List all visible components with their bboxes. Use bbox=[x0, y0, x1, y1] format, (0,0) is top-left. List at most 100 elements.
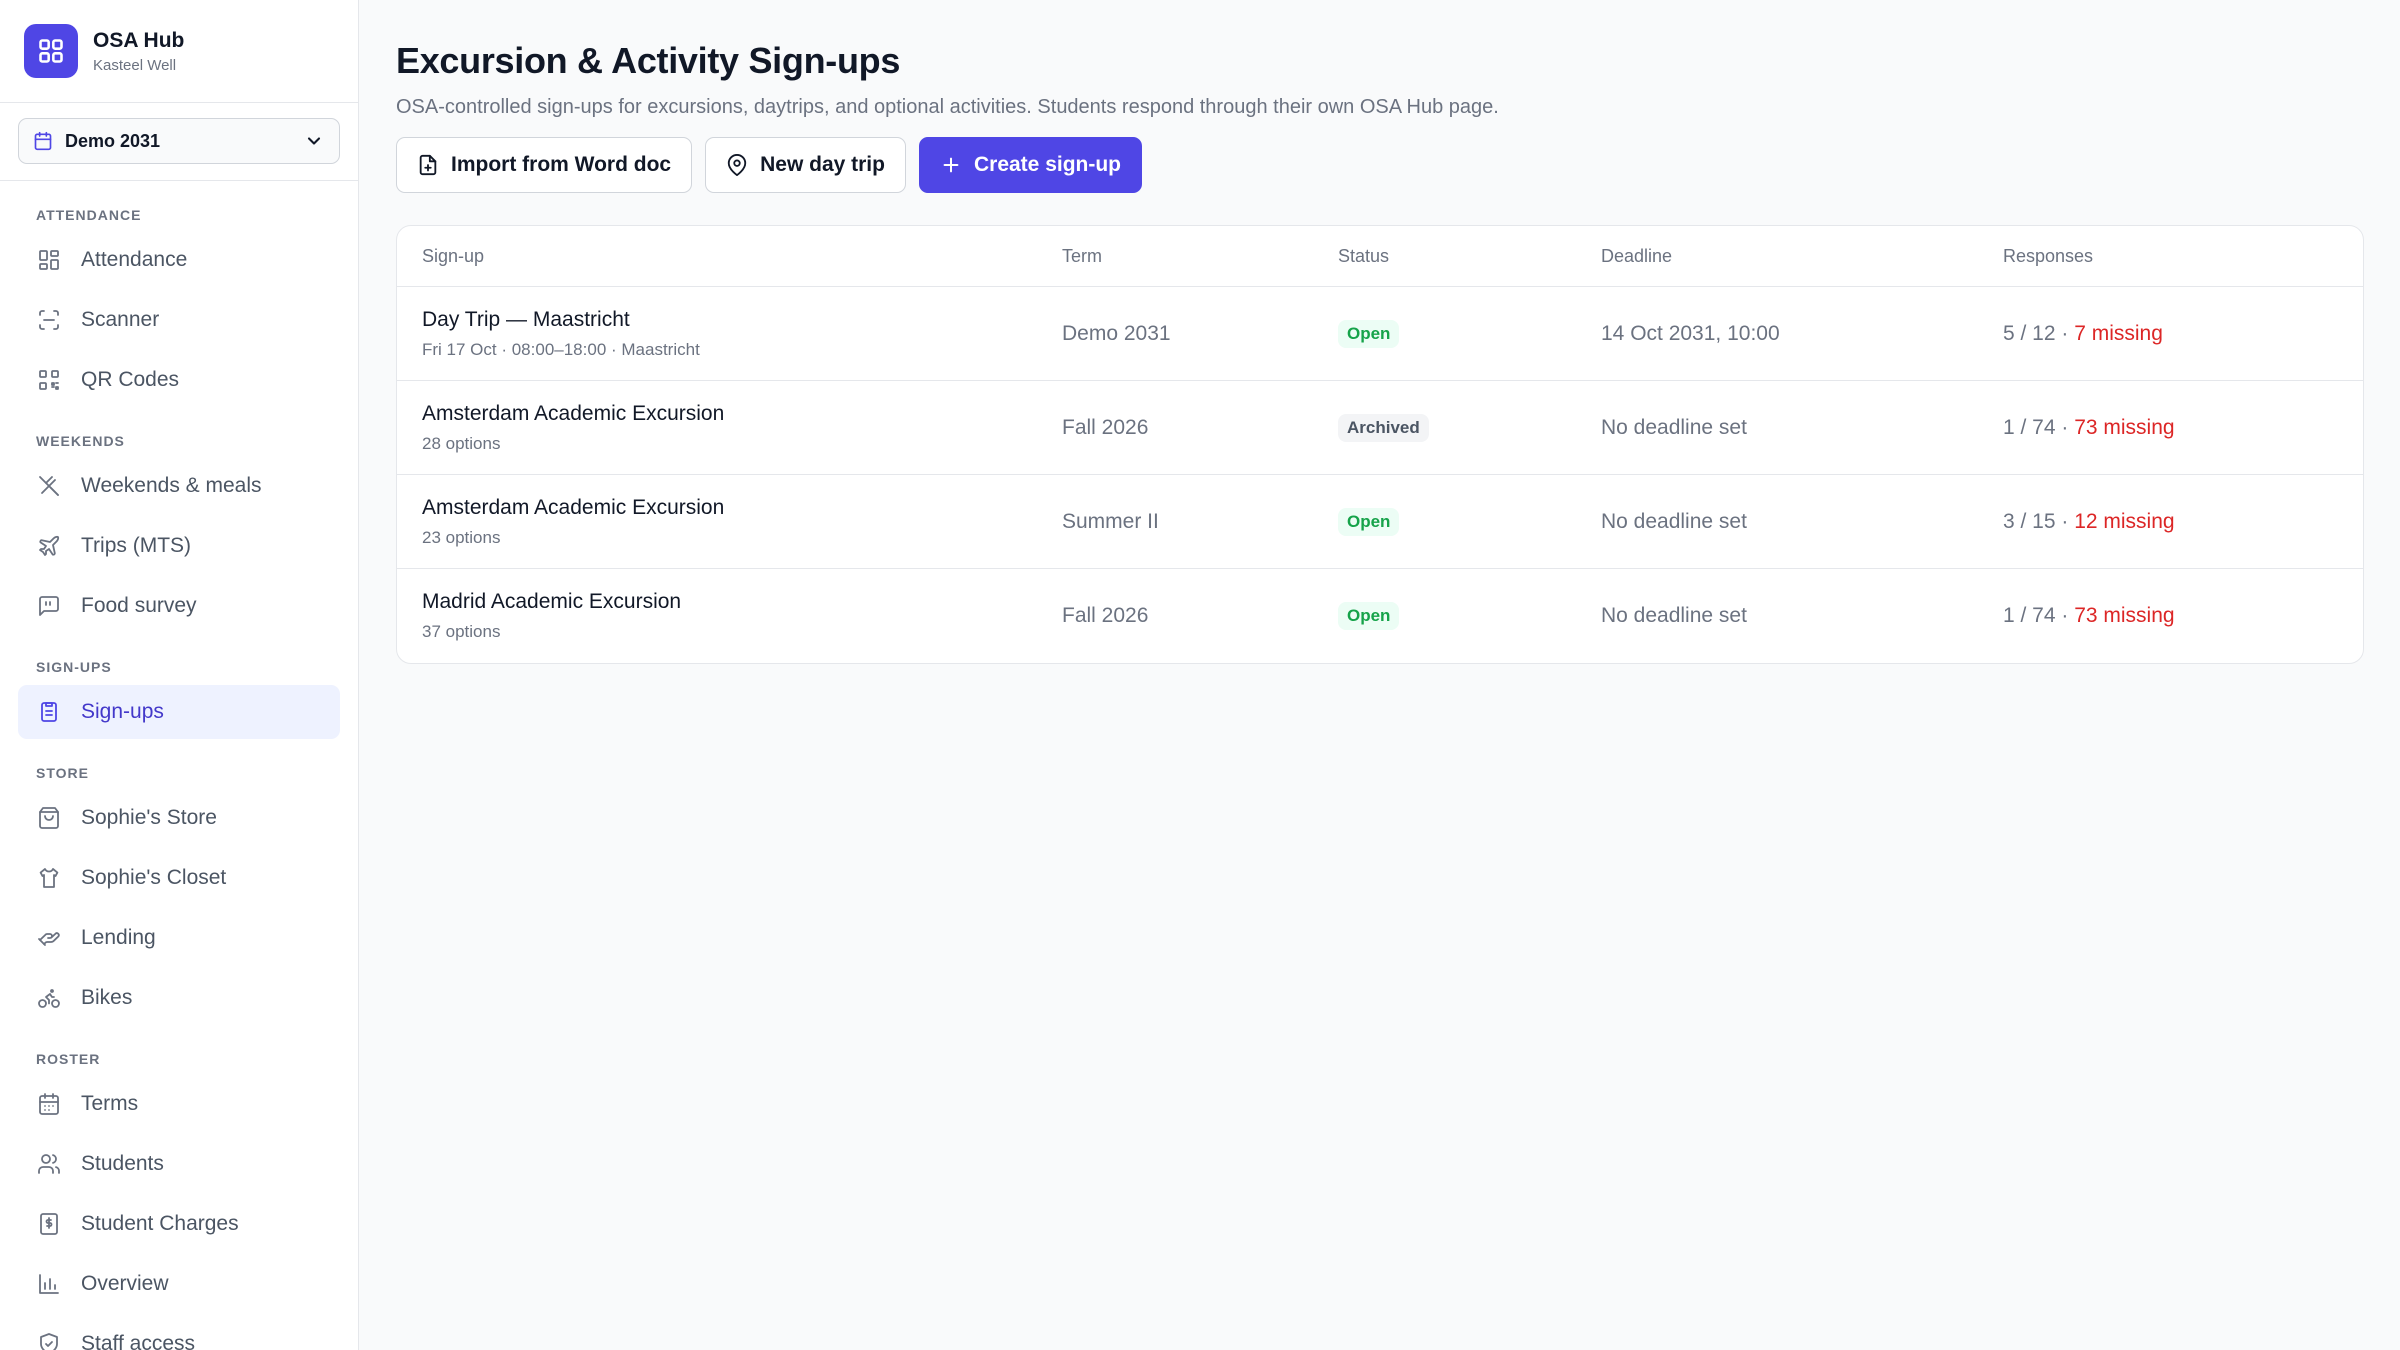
sidebar-item-attendance[interactable]: Attendance bbox=[18, 233, 340, 287]
receipt-icon bbox=[36, 1211, 62, 1237]
create-sign-up-label: Create sign-up bbox=[973, 153, 1122, 176]
term-cell: Fall 2026 bbox=[1062, 604, 1149, 627]
sidebar-item-label: Sophie's Closet bbox=[81, 866, 227, 889]
message-square-icon bbox=[36, 593, 62, 619]
sidebar-item-label: Bikes bbox=[81, 986, 133, 1009]
sidebar-item-label: Attendance bbox=[81, 248, 188, 271]
sidebar-item-bikes[interactable]: Bikes bbox=[18, 971, 340, 1025]
status-badge: Archived bbox=[1338, 413, 1429, 442]
sidebar-item-scanner[interactable]: Scanner bbox=[18, 293, 340, 347]
status-cell: Open bbox=[1338, 507, 1601, 536]
sidebar-item-staff-access[interactable]: Staff access bbox=[18, 1317, 340, 1350]
scan-icon bbox=[36, 307, 62, 333]
status-cell: Archived bbox=[1338, 413, 1601, 442]
status-cell: Open bbox=[1338, 319, 1601, 348]
create-sign-up-button[interactable]: Create sign-up bbox=[918, 137, 1143, 193]
sidebar-nav: ATTENDANCE Attendance Scanner QR Codes WEEKE… bbox=[0, 181, 358, 1350]
responses-cell: 1 / 74 · 73 missing bbox=[2003, 416, 2363, 440]
sidebar-item-student-charges[interactable]: Student Charges bbox=[18, 1197, 340, 1251]
sign-up-details: 28 options bbox=[422, 433, 501, 453]
sidebar-item-sign-ups[interactable]: Sign-ups bbox=[18, 685, 340, 739]
sidebar: OSA Hub Kasteel Well Demo 2031 ATTENDANC… bbox=[0, 0, 359, 1350]
sidebar-item-label: Terms bbox=[81, 1092, 139, 1115]
status-cell: Open bbox=[1338, 602, 1601, 630]
utensils-icon bbox=[36, 473, 62, 499]
sign-up-title[interactable]: Madrid Academic Excursion bbox=[422, 590, 1062, 614]
table-row[interactable]: Day Trip — Maastricht Fri 17 Oct · 08:00… bbox=[397, 287, 2363, 381]
column-header-status[interactable]: Status bbox=[1338, 246, 1601, 267]
nav-section-attendance: ATTENDANCE bbox=[36, 207, 142, 223]
new-day-trip-button[interactable]: New day trip bbox=[705, 137, 906, 193]
deadline-cell: No deadline set bbox=[1601, 604, 1747, 627]
sidebar-item-qr-codes[interactable]: QR Codes bbox=[18, 353, 340, 407]
shirt-icon bbox=[36, 865, 62, 891]
shopping-bag-icon bbox=[36, 805, 62, 831]
sidebar-item-label: Lending bbox=[81, 926, 156, 949]
missing-count: 12 missing bbox=[2074, 509, 2175, 533]
deadline-cell: 14 Oct 2031, 10:00 bbox=[1601, 321, 1780, 345]
status-badge: Open bbox=[1338, 507, 1400, 536]
map-pin-icon bbox=[726, 154, 748, 176]
sign-up-cell: Madrid Academic Excursion 37 options bbox=[397, 590, 1062, 642]
sidebar-item-label: QR Codes bbox=[81, 368, 180, 391]
app-name: OSA Hub bbox=[93, 28, 185, 52]
sidebar-item-label: Overview bbox=[81, 1272, 169, 1295]
column-header-sign-up[interactable]: Sign-up bbox=[397, 246, 1062, 267]
users-icon bbox=[36, 1151, 62, 1177]
responses-cell: 5 / 12 · 7 missing bbox=[2003, 322, 2363, 346]
shield-icon bbox=[36, 1331, 62, 1350]
column-header-term[interactable]: Term bbox=[1062, 246, 1338, 267]
sidebar-item-students[interactable]: Students bbox=[18, 1137, 340, 1191]
deadline-cell: No deadline set bbox=[1601, 415, 1747, 439]
brand-header[interactable]: OSA Hub Kasteel Well bbox=[0, 0, 358, 103]
sidebar-item-sophie-s-store[interactable]: Sophie's Store bbox=[18, 791, 340, 845]
sidebar-item-overview[interactable]: Overview bbox=[18, 1257, 340, 1311]
sidebar-item-label: Students bbox=[81, 1152, 164, 1175]
import-word-doc-label: Import from Word doc bbox=[451, 153, 672, 176]
action-bar: Import from Word doc New day trip Create… bbox=[396, 137, 2364, 193]
sidebar-item-label: Scanner bbox=[81, 308, 160, 331]
chevron-down-icon bbox=[304, 131, 324, 151]
missing-count: 73 missing bbox=[2074, 604, 2175, 627]
sign-up-title[interactable]: Amsterdam Academic Excursion bbox=[422, 402, 1062, 426]
nav-section-sign-ups: SIGN-UPS bbox=[36, 659, 112, 675]
app-subtitle: Kasteel Well bbox=[93, 56, 177, 74]
column-header-deadline[interactable]: Deadline bbox=[1601, 246, 2003, 267]
term-selector-wrap: Demo 2031 bbox=[0, 103, 358, 181]
responses-cell: 3 / 15 · 12 missing bbox=[2003, 510, 2363, 534]
sidebar-item-label: Food survey bbox=[81, 594, 197, 617]
column-header-responses[interactable]: Responses bbox=[2003, 246, 2363, 267]
page-subtitle: OSA-controlled sign-ups for excursions, … bbox=[396, 96, 1499, 118]
sidebar-item-sophie-s-closet[interactable]: Sophie's Closet bbox=[18, 851, 340, 905]
sign-up-title[interactable]: Day Trip — Maastricht bbox=[422, 308, 1062, 332]
nav-section-weekends: WEEKENDS bbox=[36, 433, 125, 449]
sidebar-item-weekends-meals[interactable]: Weekends & meals bbox=[18, 459, 340, 513]
calendar-icon bbox=[33, 131, 53, 151]
sign-up-cell: Day Trip — Maastricht Fri 17 Oct · 08:00… bbox=[397, 308, 1062, 360]
new-day-trip-label: New day trip bbox=[760, 153, 885, 176]
sign-ups-table: Sign-up Term Status Deadline Responses D… bbox=[396, 225, 2364, 664]
table-row[interactable]: Amsterdam Academic Excursion 28 options … bbox=[397, 381, 2363, 475]
table-row[interactable]: Amsterdam Academic Excursion 23 options … bbox=[397, 475, 2363, 569]
sidebar-item-terms[interactable]: Terms bbox=[18, 1077, 340, 1131]
import-word-doc-button[interactable]: Import from Word doc bbox=[396, 137, 693, 193]
term-cell: Fall 2026 bbox=[1062, 415, 1149, 439]
status-badge: Open bbox=[1338, 602, 1400, 630]
term-cell: Demo 2031 bbox=[1062, 321, 1171, 345]
sign-up-title[interactable]: Amsterdam Academic Excursion bbox=[422, 496, 1062, 520]
sidebar-item-label: Trips (MTS) bbox=[81, 534, 192, 557]
page-title: Excursion & Activity Sign-ups bbox=[396, 40, 901, 81]
sidebar-item-label: Staff access bbox=[81, 1332, 196, 1350]
sidebar-item-trips-mts[interactable]: Trips (MTS) bbox=[18, 519, 340, 573]
sidebar-item-lending[interactable]: Lending bbox=[18, 911, 340, 965]
plane-icon bbox=[36, 533, 62, 559]
missing-count: 73 missing bbox=[2074, 415, 2175, 439]
sidebar-item-label: Sign-ups bbox=[81, 700, 164, 723]
table-body: Day Trip — Maastricht Fri 17 Oct · 08:00… bbox=[397, 287, 2363, 663]
sidebar-item-food-survey[interactable]: Food survey bbox=[18, 579, 340, 633]
term-selector[interactable]: Demo 2031 bbox=[18, 118, 340, 164]
responses-count: 5 / 12 · bbox=[2003, 321, 2075, 345]
sidebar-item-label: Sophie's Store bbox=[81, 806, 217, 829]
table-row[interactable]: Madrid Academic Excursion 37 options Fal… bbox=[397, 569, 2363, 663]
responses-count: 1 / 74 · bbox=[2003, 604, 2075, 627]
